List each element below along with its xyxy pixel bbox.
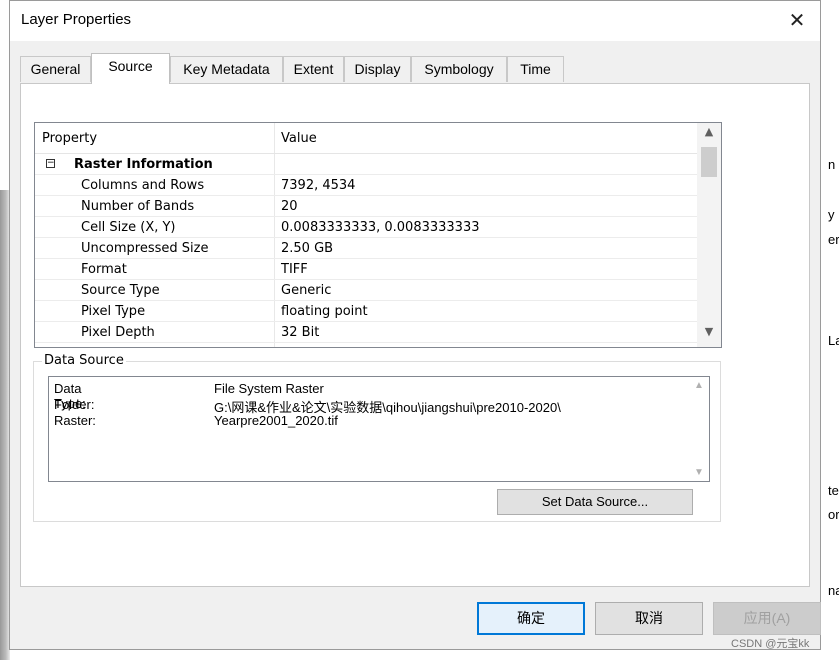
data-source-value: Yearpre2001_2020.tif xyxy=(214,413,338,428)
apply-button[interactable]: 应用(A) xyxy=(713,602,821,635)
property-value: 0.0083333333, 0.0083333333 xyxy=(281,220,480,235)
tab-time[interactable]: Time xyxy=(507,56,564,82)
property-name: Cell Size (X, Y) xyxy=(81,220,176,235)
property-name: Uncompressed Size xyxy=(81,241,209,256)
data-source-scrollbar[interactable]: ▲ ▼ xyxy=(690,378,708,480)
property-value: Generic xyxy=(281,283,332,298)
set-data-source-button[interactable]: Set Data Source... xyxy=(497,489,693,515)
table-row[interactable]: Pixel Type floating point xyxy=(35,301,697,322)
data-source-key: Folder: xyxy=(54,397,95,412)
cancel-button[interactable]: 取消 xyxy=(595,602,703,635)
scroll-up-icon[interactable]: ▲ xyxy=(690,380,708,391)
property-name: Format xyxy=(81,262,127,277)
property-grid-scrollbar[interactable]: ▲ ▼ xyxy=(697,123,721,347)
column-header-property: Property xyxy=(42,131,98,146)
background-text-fragment: te xyxy=(828,483,839,498)
title-bar: Layer Properties ✕ xyxy=(10,1,820,41)
background-text-fragment: er xyxy=(828,232,839,247)
tab-symbology[interactable]: Symbology xyxy=(411,56,507,82)
tab-extent[interactable]: Extent xyxy=(283,56,344,82)
column-header-value: Value xyxy=(281,131,317,146)
property-name: Pixel Type xyxy=(81,304,146,319)
table-row[interactable]: Columns and Rows 7392, 4534 xyxy=(35,175,697,196)
ok-button[interactable]: 确定 xyxy=(477,602,585,635)
dialog-title: Layer Properties xyxy=(21,11,132,28)
data-source-key: Raster: xyxy=(54,413,96,428)
background-text-fragment: na xyxy=(828,583,839,598)
property-value: 2.50 GB xyxy=(281,241,334,256)
grid-header: Property Value xyxy=(35,123,697,154)
data-source-value: File System Raster xyxy=(214,381,324,396)
property-name: Number of Bands xyxy=(81,199,195,214)
tab-display[interactable]: Display xyxy=(344,56,411,82)
tab-key-metadata[interactable]: Key Metadata xyxy=(170,56,283,82)
source-tab-panel: Property Value − Raster Information Colu… xyxy=(20,83,810,587)
table-row[interactable]: Format TIFF xyxy=(35,259,697,280)
close-button[interactable]: ✕ xyxy=(774,1,820,41)
table-row[interactable]: Pixel Depth 32 Bit xyxy=(35,322,697,343)
collapse-icon[interactable]: − xyxy=(46,159,55,168)
watermark: CSDN @元宝kk xyxy=(731,638,810,650)
property-value: floating point xyxy=(281,304,368,319)
layer-properties-dialog: Layer Properties ✕ General Source Key Me… xyxy=(9,0,821,650)
background-text-fragment: n xyxy=(828,157,836,172)
data-source-group-label: Data Source xyxy=(42,353,126,368)
background-text-fragment: y xyxy=(828,207,835,222)
property-name: Source Type xyxy=(81,283,160,298)
scroll-thumb[interactable] xyxy=(701,147,717,177)
data-source-textbox[interactable]: Data Type: File System Raster Folder: G:… xyxy=(48,376,710,482)
close-icon: ✕ xyxy=(788,8,806,32)
property-value: 20 xyxy=(281,199,298,214)
group-row-raster-information[interactable]: − Raster Information xyxy=(35,154,697,175)
property-grid[interactable]: Property Value − Raster Information Colu… xyxy=(34,122,722,348)
background-text-fragment: or xyxy=(828,507,839,522)
property-value: 7392, 4534 xyxy=(281,178,356,193)
background-text-fragment: La xyxy=(828,333,839,348)
property-value: 32 Bit xyxy=(281,325,320,340)
scroll-up-icon[interactable]: ▲ xyxy=(697,125,721,145)
property-value: TIFF xyxy=(281,262,308,277)
table-row[interactable]: Number of Bands 20 xyxy=(35,196,697,217)
tab-source[interactable]: Source xyxy=(91,53,170,84)
property-name: Columns and Rows xyxy=(81,178,205,193)
scroll-down-icon[interactable]: ▼ xyxy=(697,325,721,345)
group-label: Raster Information xyxy=(74,157,213,172)
table-row[interactable]: Uncompressed Size 2.50 GB xyxy=(35,238,697,259)
table-row[interactable]: Source Type Generic xyxy=(35,280,697,301)
tab-general[interactable]: General xyxy=(20,56,91,82)
property-name: Pixel Depth xyxy=(81,325,155,340)
scroll-down-icon[interactable]: ▼ xyxy=(690,467,708,478)
background-window xyxy=(821,0,839,658)
table-row[interactable]: Cell Size (X, Y) 0.0083333333, 0.0083333… xyxy=(35,217,697,238)
